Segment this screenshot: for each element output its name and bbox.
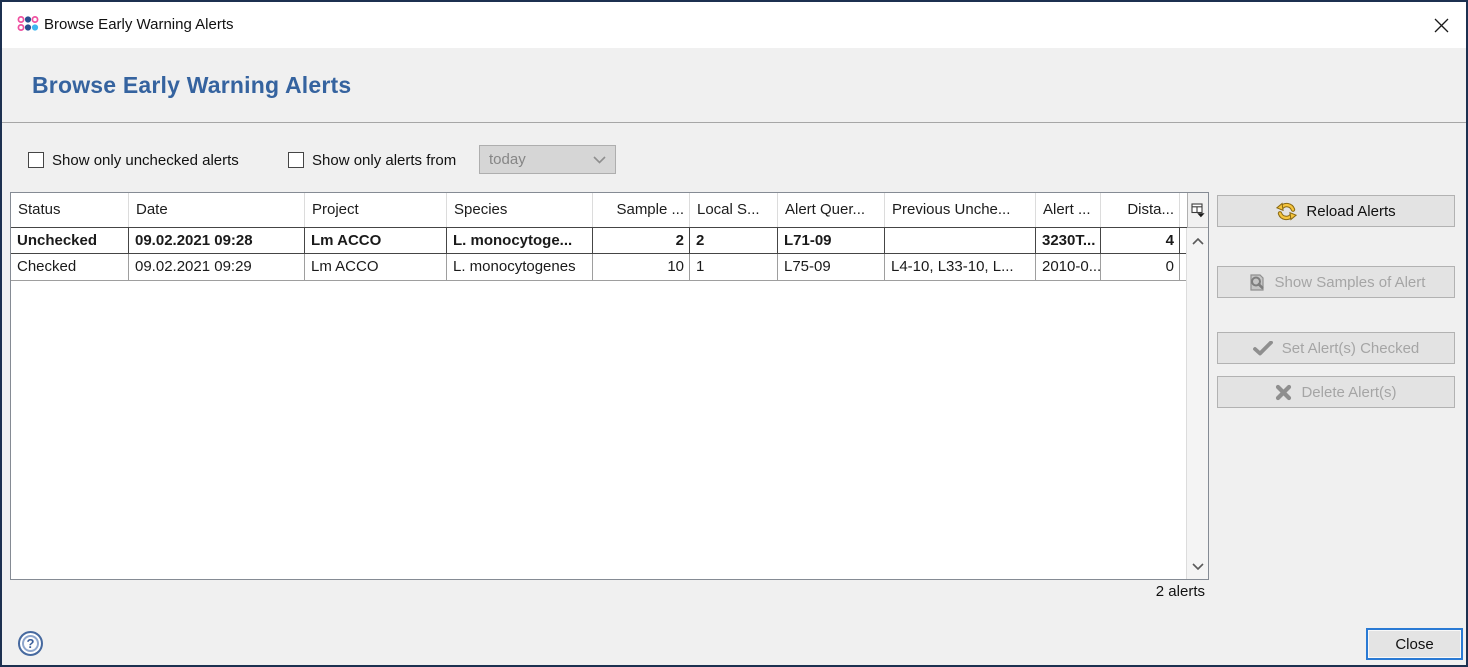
delete-icon bbox=[1275, 384, 1292, 401]
column-header-8[interactable]: Alert ... bbox=[1036, 193, 1101, 227]
action-buttons: Reload Alerts Show Samples of Alert Set Al… bbox=[1217, 192, 1455, 422]
check-icon bbox=[1253, 341, 1273, 356]
table-header-row: StatusDateProjectSpeciesSample ...Local … bbox=[11, 193, 1187, 228]
table-cell: 10 bbox=[593, 254, 690, 280]
table-cell: L. monocytoge... bbox=[447, 228, 593, 253]
column-header-9[interactable]: Dista... bbox=[1101, 193, 1180, 227]
app-logo-icon bbox=[17, 15, 39, 32]
table-body: Unchecked09.02.2021 09:28Lm ACCOL. monoc… bbox=[11, 227, 1187, 281]
action-button-label: Delete Alert(s) bbox=[1301, 384, 1396, 401]
title-bar[interactable]: Browse Early Warning Alerts bbox=[2, 2, 1466, 48]
page-title: Browse Early Warning Alerts bbox=[32, 72, 351, 99]
table-cell: 1 bbox=[690, 254, 778, 280]
alerts-from-dropdown[interactable]: today bbox=[479, 145, 616, 174]
reload-alerts-button[interactable]: Reload Alerts bbox=[1217, 195, 1455, 227]
show-from-checkbox[interactable] bbox=[288, 152, 304, 168]
browse-early-warning-alerts-dialog: Browse Early Warning Alerts Browse Early… bbox=[0, 0, 1468, 667]
table-cell: Unchecked bbox=[11, 228, 129, 253]
table-cell: Checked bbox=[11, 254, 129, 280]
column-header-7[interactable]: Previous Unche... bbox=[885, 193, 1036, 227]
show-unchecked-checkbox[interactable] bbox=[28, 152, 44, 168]
table-cell: L71-09 bbox=[778, 228, 885, 253]
column-chooser-icon[interactable] bbox=[1187, 193, 1208, 228]
alerts-table: StatusDateProjectSpeciesSample ...Local … bbox=[10, 192, 1209, 580]
column-header-6[interactable]: Alert Quer... bbox=[778, 193, 885, 227]
table-cell: L75-09 bbox=[778, 254, 885, 280]
close-icon[interactable] bbox=[1420, 4, 1462, 46]
alerts-grid: StatusDateProjectSpeciesSample ...Local … bbox=[11, 193, 1187, 579]
table-cell: 4 bbox=[1101, 228, 1180, 253]
table-cell: Lm ACCO bbox=[305, 254, 447, 280]
window-title: Browse Early Warning Alerts bbox=[44, 2, 234, 48]
help-icon[interactable]: ? bbox=[18, 631, 43, 656]
vertical-scrollbar[interactable] bbox=[1186, 228, 1208, 579]
column-header-5[interactable]: Local S... bbox=[690, 193, 778, 227]
alerts-count-label: 2 alerts bbox=[1156, 583, 1205, 600]
table-cell: 09.02.2021 09:29 bbox=[129, 254, 305, 280]
dialog-header-band: Browse Early Warning Alerts bbox=[2, 48, 1466, 123]
column-header-0[interactable]: Status bbox=[11, 193, 129, 227]
column-header-2[interactable]: Project bbox=[305, 193, 447, 227]
table-cell: Lm ACCO bbox=[305, 228, 447, 253]
filter-show-unchecked: Show only unchecked alerts bbox=[28, 150, 239, 170]
table-cell: 0 bbox=[1101, 254, 1180, 280]
show-unchecked-label: Show only unchecked alerts bbox=[52, 152, 239, 169]
table-row[interactable]: Unchecked09.02.2021 09:28Lm ACCOL. monoc… bbox=[11, 227, 1187, 254]
filter-show-from: Show only alerts from bbox=[288, 150, 456, 170]
table-row[interactable]: Checked09.02.2021 09:29Lm ACCOL. monocyt… bbox=[11, 254, 1187, 281]
table-cell: 2 bbox=[593, 228, 690, 253]
column-header-4[interactable]: Sample ... bbox=[593, 193, 690, 227]
table-cell bbox=[885, 228, 1036, 253]
close-button[interactable]: Close bbox=[1366, 628, 1463, 660]
table-cell: 09.02.2021 09:28 bbox=[129, 228, 305, 253]
table-cell: 2 bbox=[690, 228, 778, 253]
table-cell: L. monocytogenes bbox=[447, 254, 593, 280]
delete-alerts-button[interactable]: Delete Alert(s) bbox=[1217, 376, 1455, 408]
samples-icon bbox=[1247, 273, 1266, 292]
reload-icon bbox=[1276, 202, 1297, 221]
table-cell: L4-10, L33-10, L... bbox=[885, 254, 1036, 280]
alerts-from-value: today bbox=[480, 151, 593, 168]
action-button-label: Set Alert(s) Checked bbox=[1282, 340, 1420, 357]
chevron-down-icon bbox=[593, 156, 606, 164]
show-samples-button[interactable]: Show Samples of Alert bbox=[1217, 266, 1455, 298]
show-from-label: Show only alerts from bbox=[312, 152, 456, 169]
action-button-label: Show Samples of Alert bbox=[1275, 274, 1426, 291]
action-button-label: Reload Alerts bbox=[1306, 203, 1395, 220]
scroll-down-icon[interactable] bbox=[1187, 556, 1208, 576]
set-checked-button[interactable]: Set Alert(s) Checked bbox=[1217, 332, 1455, 364]
column-header-3[interactable]: Species bbox=[447, 193, 593, 227]
column-header-1[interactable]: Date bbox=[129, 193, 305, 227]
table-cell: 2010-0... bbox=[1036, 254, 1101, 280]
scroll-up-icon[interactable] bbox=[1187, 231, 1208, 251]
table-cell: 3230T... bbox=[1036, 228, 1101, 253]
